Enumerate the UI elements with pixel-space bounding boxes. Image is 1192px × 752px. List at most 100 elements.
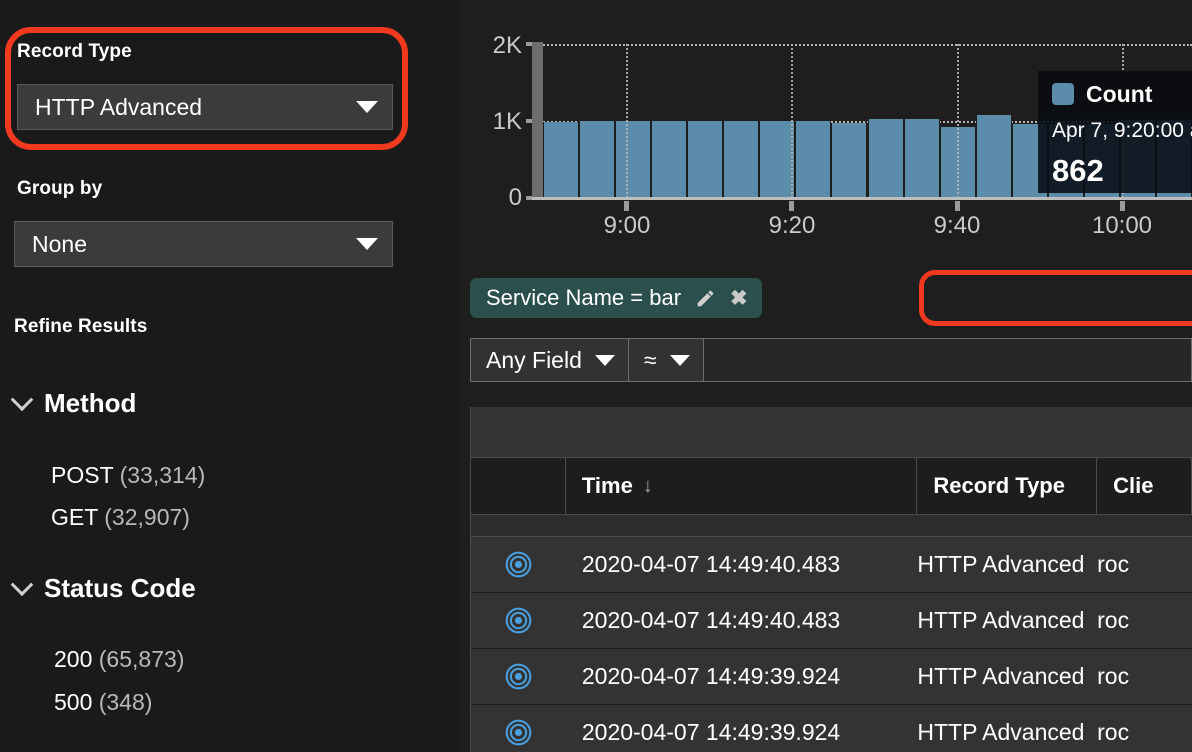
table-header-record-type-label: Record Type xyxy=(933,473,1065,498)
table-cell-record-type: HTTP Advanced xyxy=(917,551,1085,577)
sort-descending-icon: ↓ xyxy=(642,474,653,497)
filter-chip-highlight-ring xyxy=(919,270,1192,326)
bullseye-icon[interactable] xyxy=(471,663,566,690)
chart-bar[interactable] xyxy=(831,123,868,197)
facet-item-post[interactable]: POST (33,314) xyxy=(51,462,205,489)
table-cell-client: roc xyxy=(1097,551,1130,577)
chart-tooltip-series-name: Count xyxy=(1086,80,1153,107)
x-axis-tick-920: 9:20 xyxy=(768,212,816,239)
chart-bar[interactable] xyxy=(795,121,832,197)
facet-item-name: 200 xyxy=(54,646,93,672)
x-axis-tick-940: 9:40 xyxy=(933,212,981,239)
facet-header-method[interactable]: Method xyxy=(10,387,137,419)
close-icon[interactable]: ✖ xyxy=(730,286,748,311)
chart-bar[interactable] xyxy=(867,119,904,197)
chevron-down-icon xyxy=(356,101,378,113)
group-by-label: Group by xyxy=(17,178,103,199)
query-builder-row: Any Field ≈ xyxy=(470,338,1192,382)
table-cell-record-type: HTTP Advanced xyxy=(917,719,1085,745)
table-header-time[interactable]: Time ↓ xyxy=(566,458,918,514)
filters-sidebar: Record Type HTTP Advanced Group by None … xyxy=(0,0,460,752)
group-by-value: None xyxy=(32,230,87,257)
chart-tooltip-body: Apr 7, 9:20:00 am 862 xyxy=(1038,117,1192,193)
table-header-row: Time ↓ Record Type Clie xyxy=(471,458,1192,515)
facet-item-count: (32,907) xyxy=(104,504,190,530)
facet-item-get[interactable]: GET (32,907) xyxy=(51,504,190,531)
table-toolbar[interactable] xyxy=(471,407,1192,458)
main-panel: 2K 1K 0 9:00 9:20 9:40 10:00 Count Apr 7… xyxy=(460,0,1192,752)
facet-item-name: 500 xyxy=(54,689,93,715)
chart-bar[interactable] xyxy=(687,121,724,197)
table-header-record-type[interactable]: Record Type xyxy=(917,458,1098,514)
bullseye-icon[interactable] xyxy=(471,607,566,634)
facet-item-200[interactable]: 200 (65,873) xyxy=(54,646,184,673)
facet-title-status-code: Status Code xyxy=(44,573,196,603)
record-type-value: HTTP Advanced xyxy=(35,93,203,120)
series-color-swatch xyxy=(1052,83,1074,105)
chevron-down-icon xyxy=(10,572,34,596)
x-axis-tick-900: 9:00 xyxy=(603,212,651,239)
table-cell-time: 2020-04-07 14:49:39.924 xyxy=(581,719,841,745)
filter-chip-service-name[interactable]: Service Name = bar ✖ xyxy=(470,278,762,318)
facet-title-method: Method xyxy=(44,388,137,418)
chart-bar[interactable] xyxy=(615,121,652,197)
table-header-time-label: Time xyxy=(581,473,633,498)
app-root: Record Type HTTP Advanced Group by None … xyxy=(0,0,1192,752)
y-axis-tick-1k: 1K xyxy=(492,108,522,135)
vertical-gridline xyxy=(626,44,628,198)
chart-tooltip-timestamp: Apr 7, 9:20:00 am xyxy=(1052,119,1192,142)
chart-tooltip-value: 862 xyxy=(1052,153,1104,188)
table-row[interactable]: 2020-04-07 14:49:40.483 HTTP Advanced roc xyxy=(471,593,1192,649)
table-row[interactable]: 2020-04-07 14:49:39.924 HTTP Advanced roc xyxy=(471,705,1192,752)
x-tick-mark xyxy=(1120,201,1125,211)
x-tick-mark xyxy=(624,201,629,211)
bullseye-icon[interactable] xyxy=(471,719,566,746)
filter-chip-text: Service Name = bar xyxy=(486,285,682,310)
facet-item-500[interactable]: 500 (348) xyxy=(54,689,152,716)
group-by-select[interactable]: None xyxy=(14,221,393,267)
chart-bar[interactable] xyxy=(975,115,1012,197)
x-axis-baseline xyxy=(532,197,1192,200)
pencil-icon[interactable] xyxy=(695,288,716,309)
facet-item-name: POST xyxy=(51,462,114,488)
table-row[interactable]: 2020-04-07 14:49:39.924 HTTP Advanced roc xyxy=(471,649,1192,705)
table-header-client-label: Clie xyxy=(1113,473,1154,498)
table-cell-client: roc xyxy=(1097,663,1130,689)
chart-bar[interactable] xyxy=(651,121,688,197)
table-cell-client: roc xyxy=(1097,607,1130,633)
x-tick-mark xyxy=(955,201,960,211)
operator-selector-value: ≈ xyxy=(643,346,657,373)
table-header-client[interactable]: Clie xyxy=(1097,458,1192,514)
table-cell-time: 2020-04-07 14:49:39.924 xyxy=(581,663,841,689)
y-axis-tick-0: 0 xyxy=(508,184,522,211)
chevron-down-icon xyxy=(356,238,378,250)
vertical-gridline xyxy=(791,44,793,198)
query-value-input[interactable] xyxy=(703,339,1191,381)
chart-bar[interactable] xyxy=(903,119,940,197)
table-column-filter-bar[interactable] xyxy=(471,515,1192,537)
results-table: Time ↓ Record Type Clie 2020-04-07 14:49… xyxy=(470,407,1192,752)
chart-bar[interactable] xyxy=(579,121,616,197)
chart-tooltip-header: Count xyxy=(1038,71,1192,117)
record-type-select[interactable]: HTTP Advanced xyxy=(17,84,393,130)
facet-item-count: (33,314) xyxy=(119,462,206,488)
operator-selector[interactable]: ≈ xyxy=(629,339,704,381)
chart-bar[interactable] xyxy=(543,122,580,197)
field-selector[interactable]: Any Field xyxy=(471,339,629,381)
chart-bar[interactable] xyxy=(723,121,760,197)
vertical-gridline xyxy=(957,44,959,198)
x-tick-mark xyxy=(789,201,794,211)
facet-header-status-code[interactable]: Status Code xyxy=(10,572,196,604)
refine-results-heading: Refine Results xyxy=(14,316,148,337)
table-cell-time: 2020-04-07 14:49:40.483 xyxy=(581,607,841,633)
facet-item-count: (348) xyxy=(98,689,153,715)
timeseries-chart[interactable]: 2K 1K 0 9:00 9:20 9:40 10:00 Count Apr 7… xyxy=(460,0,1192,258)
table-row[interactable]: 2020-04-07 14:49:40.483 HTTP Advanced roc xyxy=(471,537,1192,593)
field-selector-value: Any Field xyxy=(486,346,582,373)
chevron-down-icon xyxy=(10,387,34,411)
table-cell-record-type: HTTP Advanced xyxy=(917,607,1085,633)
chart-tooltip: Count Apr 7, 9:20:00 am 862 xyxy=(1038,71,1192,193)
bullseye-icon[interactable] xyxy=(471,551,566,578)
chart-bar[interactable] xyxy=(759,121,796,197)
chevron-down-icon xyxy=(669,354,690,366)
